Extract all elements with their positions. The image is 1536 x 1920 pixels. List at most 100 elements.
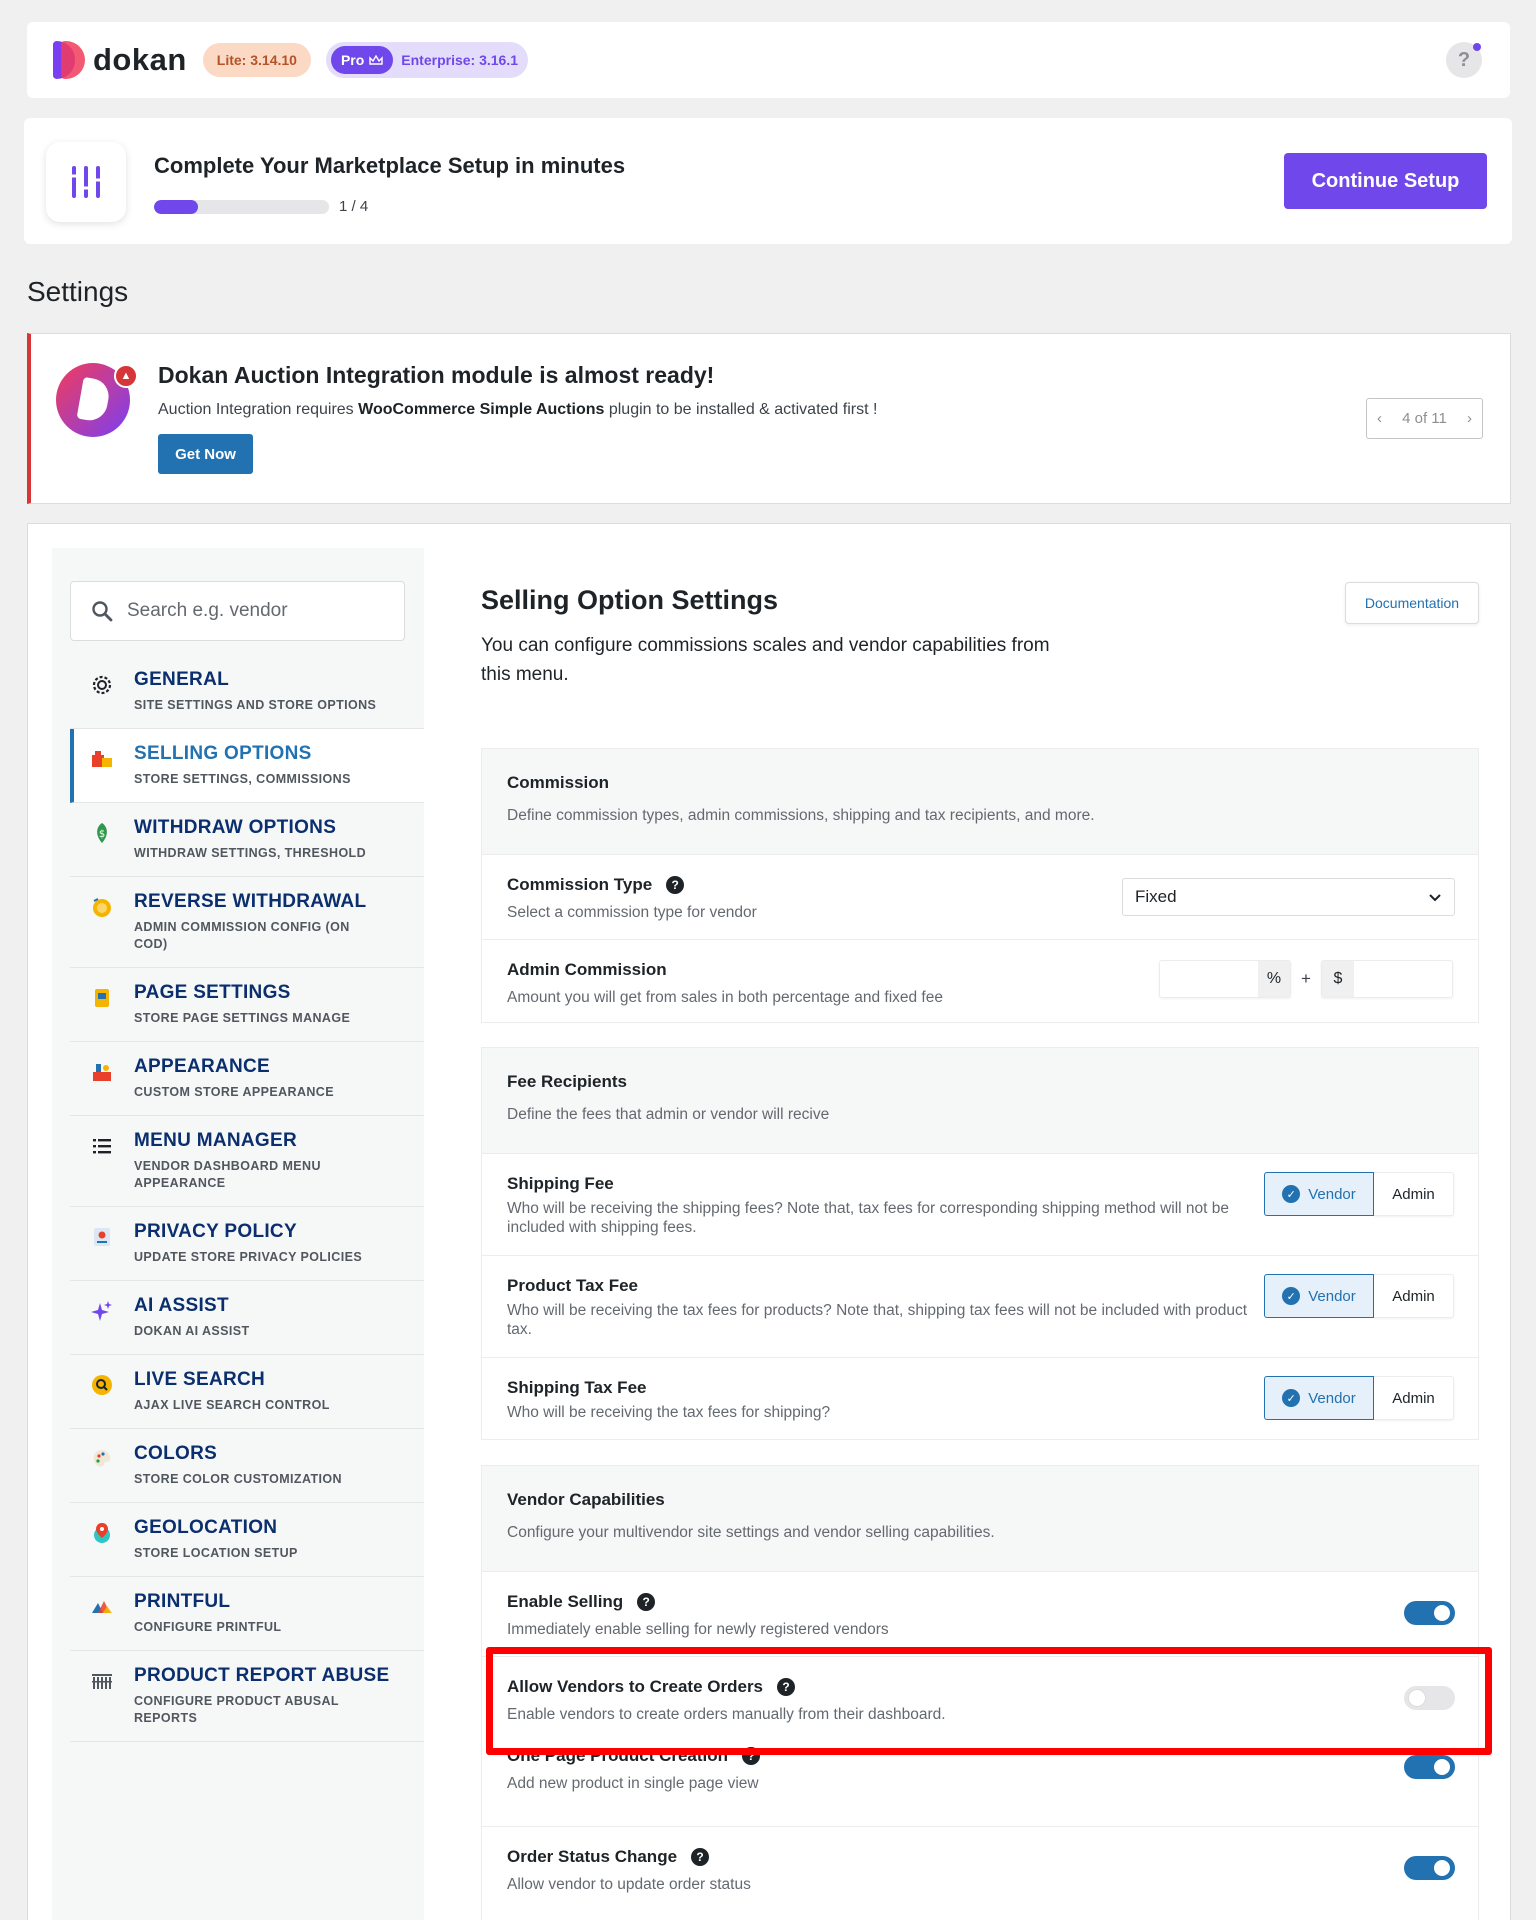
sidebar-item-live-search[interactable]: LIVE SEARCH AJAX LIVE SEARCH CONTROL [70, 1355, 424, 1429]
notification-dot [1473, 43, 1481, 51]
store-icon [90, 747, 114, 771]
setup-progress-bar [154, 200, 329, 214]
svg-text:$: $ [99, 829, 105, 840]
setup-progress-fill [154, 200, 198, 214]
vendor-option[interactable]: ✓ Vendor [1264, 1172, 1374, 1216]
admin-commission-row: Admin Commission Amount you will get fro… [482, 939, 1478, 1022]
vendor-capabilities-description: Configure your multivendor site settings… [507, 1524, 995, 1541]
auction-notice: ▲ Dokan Auction Integration module is al… [27, 333, 1511, 504]
commission-description: Define commission types, admin commissio… [507, 807, 1095, 824]
one-page-product-creation-row: One Page Product Creation? Add new produ… [482, 1741, 1478, 1826]
get-now-button[interactable]: Get Now [158, 434, 253, 474]
sidebar-item-ai-assist[interactable]: AI ASSIST DOKAN AI ASSIST [70, 1281, 424, 1355]
commission-title: Commission [507, 773, 610, 792]
help-button[interactable]: ? [1446, 42, 1482, 78]
admin-option[interactable]: Admin [1374, 1172, 1454, 1216]
chevron-down-icon [1429, 894, 1441, 902]
fee-recipients-description: Define the fees that admin or vendor wil… [507, 1106, 830, 1123]
help-icon[interactable]: ? [777, 1678, 796, 1696]
admin-commission-inputs: % + $ [1159, 960, 1453, 998]
help-icon[interactable]: ? [637, 1593, 656, 1611]
privacy-icon [90, 1225, 114, 1249]
sidebar-item-menu-manager[interactable]: MENU MANAGER VENDOR DASHBOARD MENU APPEAR… [70, 1116, 424, 1207]
pager-text: 4 of 11 [1402, 410, 1447, 427]
setup-title: Complete Your Marketplace Setup in minut… [154, 153, 626, 178]
shipping-fee-toggle: ✓ Vendor Admin [1264, 1172, 1454, 1216]
sidebar-item-withdraw-options[interactable]: $ WITHDRAW OPTIONS WITHDRAW SETTINGS, THR… [70, 803, 424, 877]
notice-title: Dokan Auction Integration module is almo… [158, 362, 715, 388]
continue-setup-button[interactable]: Continue Setup [1284, 153, 1487, 209]
sidebar-item-reverse-withdrawal[interactable]: REVERSE WITHDRAWAL ADMIN COMMISSION CONFI… [70, 877, 424, 968]
dokan-logo[interactable]: dokan [53, 41, 203, 79]
help-icon: ? [1457, 48, 1471, 71]
commission-type-row: Commission Type? Select a commission typ… [482, 854, 1478, 939]
enable-selling-toggle[interactable] [1404, 1601, 1455, 1625]
dokan-logo-icon [53, 41, 85, 79]
content-description: You can configure commissions scales and… [481, 635, 1050, 685]
admin-option[interactable]: Admin [1374, 1376, 1454, 1420]
gear-icon [90, 673, 114, 697]
vendor-option[interactable]: ✓ Vendor [1264, 1376, 1374, 1420]
setup-progress-text: 1 / 4 [339, 198, 369, 215]
sidebar-item-privacy-policy[interactable]: PRIVACY POLICY UPDATE STORE PRIVACY POLIC… [70, 1207, 424, 1281]
page-icon [90, 986, 114, 1010]
allow-vendors-create-orders-toggle[interactable] [1404, 1686, 1455, 1710]
fee-recipients-title: Fee Recipients [507, 1072, 627, 1091]
search-input[interactable]: Search e.g. vendor [70, 581, 405, 641]
help-icon[interactable]: ? [742, 1747, 761, 1765]
content-title: Selling Option Settings [481, 585, 778, 615]
vendor-option[interactable]: ✓ Vendor [1264, 1274, 1374, 1318]
search-icon [92, 601, 113, 622]
money-icon: $ [90, 821, 114, 845]
palette-icon [90, 1447, 114, 1471]
order-status-change-row: Order Status Change? Allow vendor to upd… [482, 1826, 1478, 1920]
vendor-capabilities-title: Vendor Capabilities [507, 1490, 665, 1509]
sidebar-item-appearance[interactable]: APPEARANCE CUSTOM STORE APPEARANCE [70, 1042, 424, 1116]
product-tax-fee-toggle: ✓ Vendor Admin [1264, 1274, 1454, 1318]
enterprise-version-badge: Pro Enterprise: 3.16.1 [325, 42, 529, 78]
pro-badge: Pro [330, 46, 394, 74]
magnifier-icon [90, 1373, 114, 1397]
sidebar-item-selling-options[interactable]: SELLING OPTIONS STORE SETTINGS, COMMISSIO… [70, 729, 424, 803]
coin-icon [90, 895, 114, 919]
top-bar: dokan Lite: 3.14.10 Pro Enterprise: 3.16… [27, 22, 1510, 98]
admin-option[interactable]: Admin [1374, 1274, 1454, 1318]
one-page-product-creation-toggle[interactable] [1404, 1755, 1455, 1779]
sidebar-item-product-report-abuse[interactable]: PRODUCT REPORT ABUSE CONFIGURE PRODUCT AB… [70, 1651, 424, 1742]
fee-recipients-section: Fee Recipients Define the fees that admi… [481, 1047, 1479, 1440]
list-icon [90, 1134, 114, 1158]
order-status-change-toggle[interactable] [1404, 1856, 1455, 1880]
crown-icon [369, 54, 383, 65]
chevron-left-icon[interactable]: ‹ [1377, 410, 1382, 427]
allow-vendors-create-orders-row: Allow Vendors to Create Orders? Enable v… [482, 1656, 1478, 1741]
fixed-fee-field[interactable]: $ [1320, 960, 1453, 998]
printful-icon [90, 1595, 114, 1619]
sidebar-item-geolocation[interactable]: GEOLOCATION STORE LOCATION SETUP [70, 1503, 424, 1577]
settings-sidebar: Search e.g. vendor GENERAL SITE SETTINGS … [52, 548, 424, 1920]
shipping-tax-fee-row: Shipping Tax Fee Who will be receiving t… [482, 1357, 1478, 1439]
search-placeholder: Search e.g. vendor [127, 600, 288, 621]
sidebar-item-general[interactable]: GENERAL SITE SETTINGS AND STORE OPTIONS [70, 655, 424, 729]
check-icon: ✓ [1282, 1287, 1301, 1305]
sidebar-item-colors[interactable]: COLORS STORE COLOR CUSTOMIZATION [70, 1429, 424, 1503]
check-icon: ✓ [1282, 1185, 1301, 1203]
chevron-right-icon[interactable]: › [1467, 410, 1472, 427]
enable-selling-row: Enable Selling? Immediately enable selli… [482, 1571, 1478, 1656]
commission-type-select[interactable]: Fixed [1122, 878, 1455, 916]
sidebar-item-page-settings[interactable]: PAGE SETTINGS STORE PAGE SETTINGS MANAGE [70, 968, 424, 1042]
location-icon [90, 1521, 114, 1545]
logo-text: dokan [93, 42, 187, 77]
sparkle-icon [90, 1299, 114, 1323]
help-icon[interactable]: ? [666, 876, 685, 894]
documentation-button[interactable]: Documentation [1345, 582, 1479, 624]
page-title: Settings [27, 276, 129, 307]
notice-text: Auction Integration requires WooCommerce… [158, 401, 878, 418]
product-tax-fee-row: Product Tax Fee Who will be receiving th… [482, 1255, 1478, 1357]
help-icon[interactable]: ? [691, 1848, 710, 1866]
percentage-field[interactable]: % [1159, 960, 1291, 998]
setup-card: Complete Your Marketplace Setup in minut… [24, 118, 1512, 244]
appearance-icon [90, 1060, 114, 1084]
check-icon: ✓ [1282, 1389, 1301, 1407]
sidebar-item-printful[interactable]: PRINTFUL CONFIGURE PRINTFUL [70, 1577, 424, 1651]
sidebar-nav: GENERAL SITE SETTINGS AND STORE OPTIONS S… [70, 655, 424, 1742]
